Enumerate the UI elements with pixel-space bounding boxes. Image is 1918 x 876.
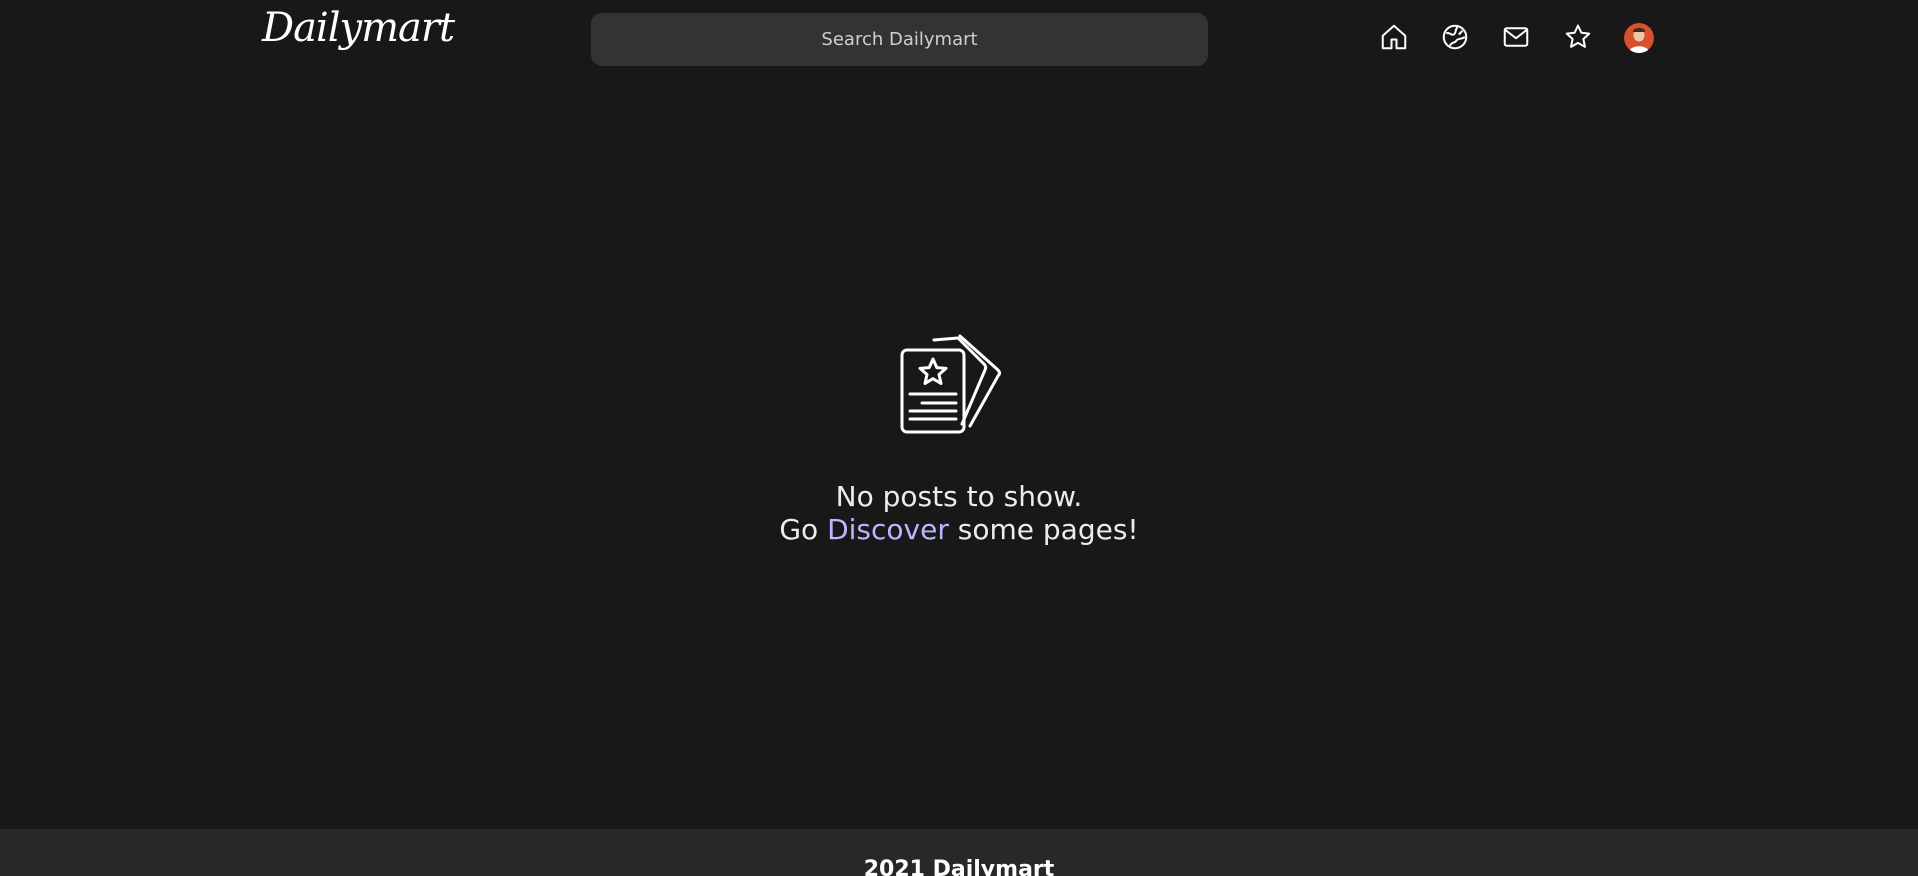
page: Dailymart Search Dailymart No posts to s…: [0, 0, 1918, 876]
mail-icon[interactable]: [1500, 21, 1532, 53]
cta-prefix: Go: [779, 513, 828, 546]
posts-cards-icon: [898, 332, 1018, 436]
footer: 2021 Dailymart: [0, 829, 1918, 876]
avatar[interactable]: [1624, 23, 1654, 53]
star-icon[interactable]: [1562, 21, 1594, 53]
header: Dailymart: [0, 0, 1918, 78]
search-input[interactable]: [591, 12, 1208, 67]
empty-message-cta: Go Discover some pages!: [0, 513, 1918, 547]
cta-suffix: some pages!: [948, 513, 1139, 546]
empty-message: No posts to show.: [835, 480, 1083, 513]
discover-icon[interactable]: [1439, 21, 1471, 53]
discover-link[interactable]: Discover: [827, 513, 949, 546]
footer-copyright: 2021 Dailymart: [863, 857, 1055, 876]
search-bar[interactable]: [591, 12, 1208, 67]
logo[interactable]: Dailymart: [262, 8, 455, 48]
home-icon[interactable]: [1378, 21, 1410, 53]
